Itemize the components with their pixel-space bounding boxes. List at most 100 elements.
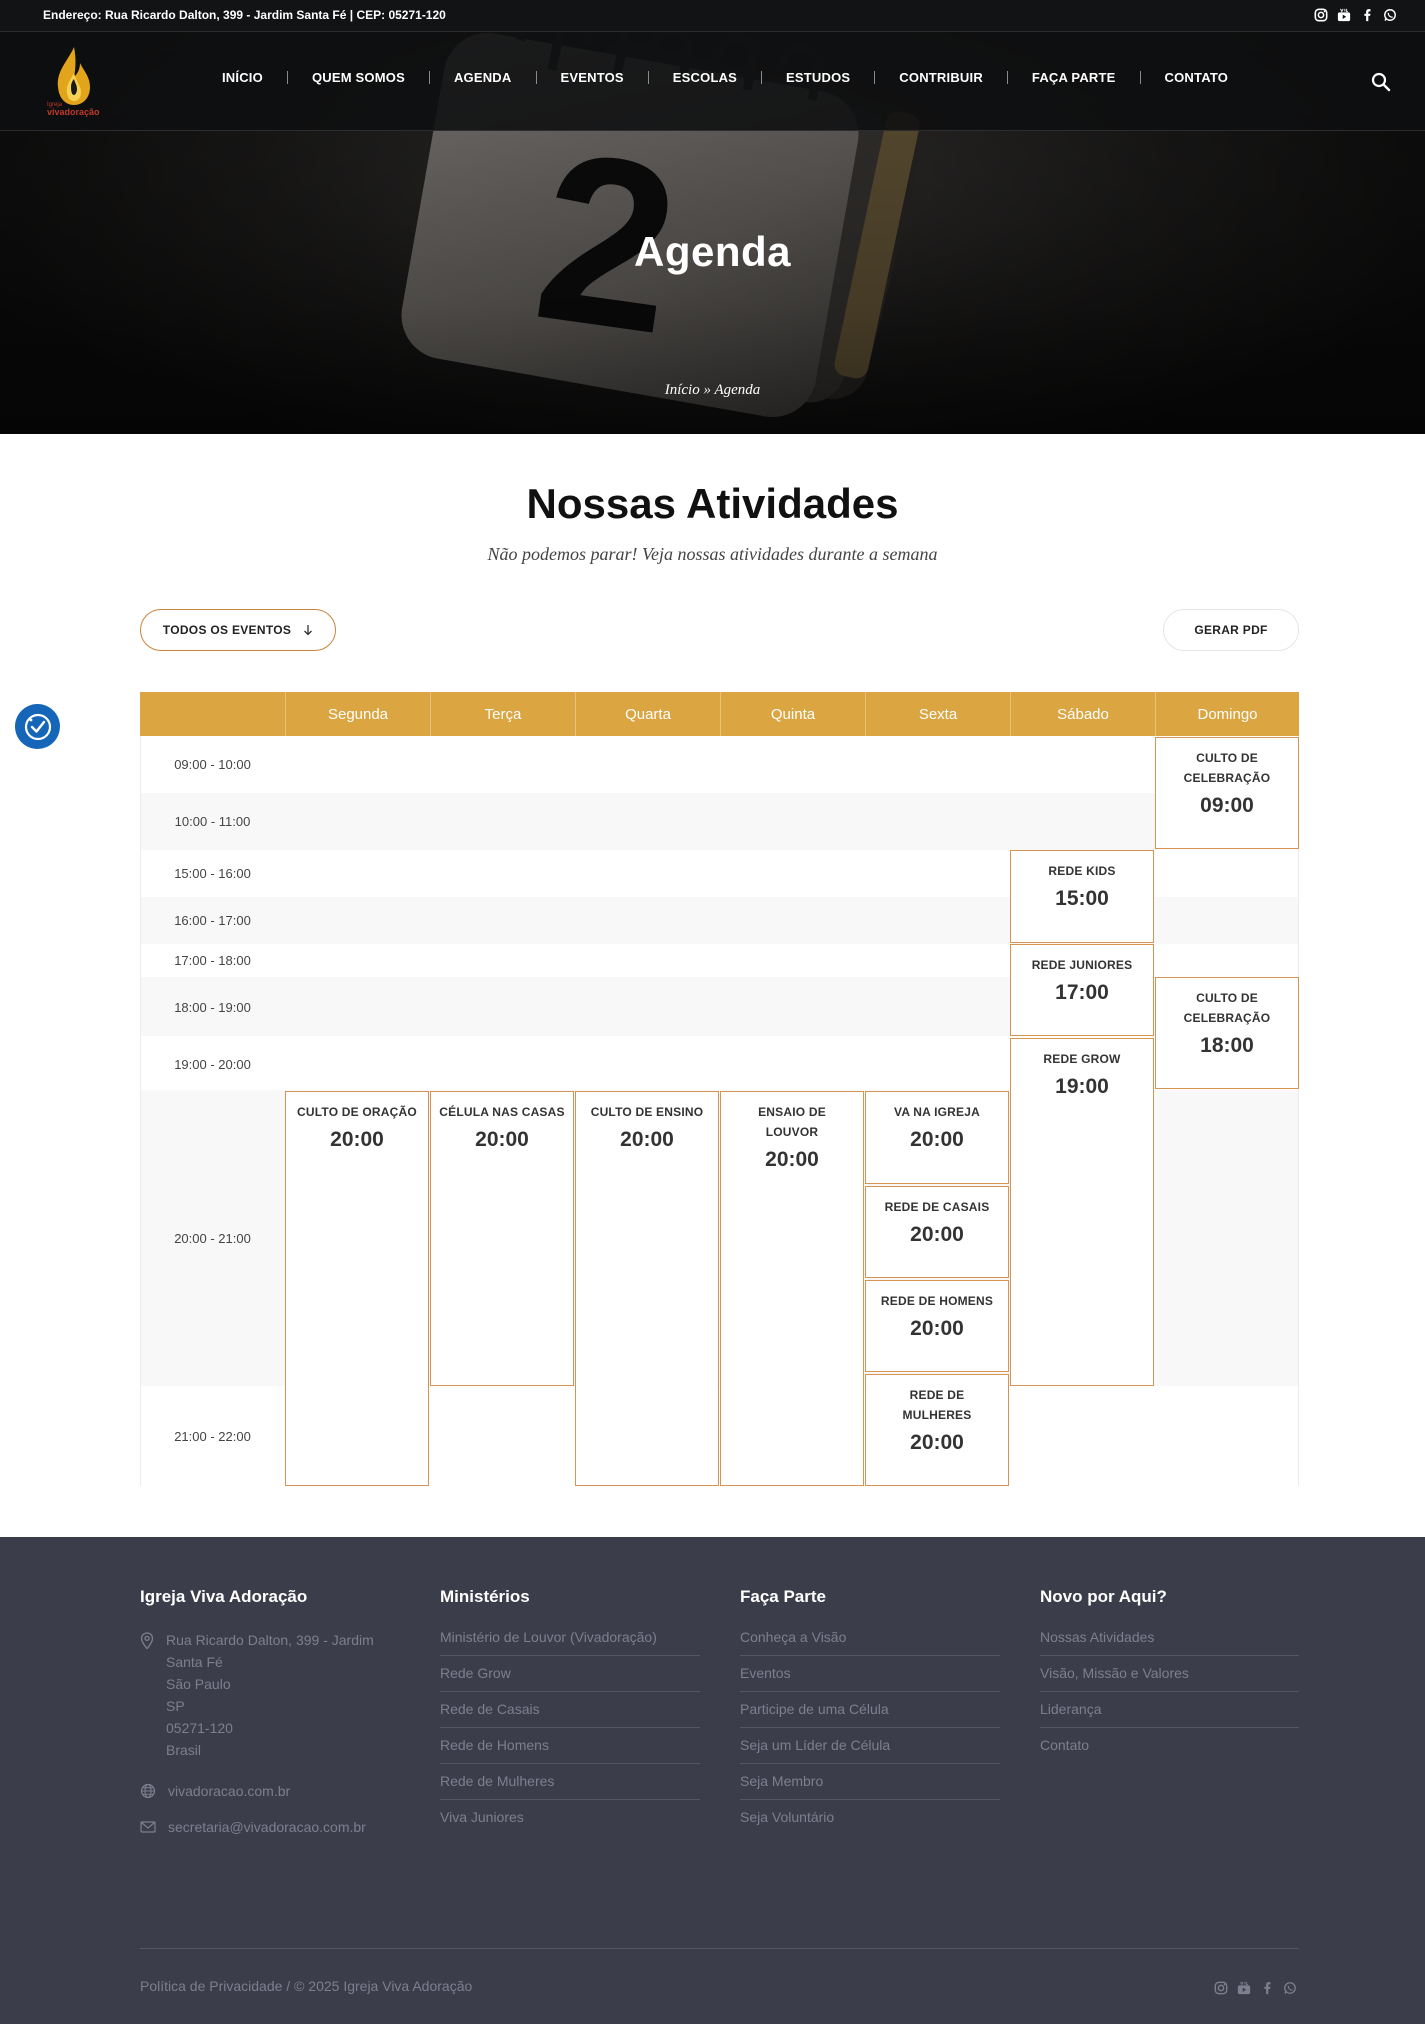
event-card[interactable]: CULTO DE ORAÇÃO 20:00: [285, 1091, 429, 1486]
event-time: 09:00: [1200, 794, 1254, 817]
whatsapp-icon[interactable]: [1383, 7, 1397, 23]
footer-column-faca-parte: Faça Parte Conheça a Visão Eventos Parti…: [740, 1587, 1000, 1835]
time-slot-label: 10:00 - 11:00: [174, 814, 251, 829]
time-slot-label: 16:00 - 17:00: [174, 913, 251, 928]
event-card[interactable]: REDE DE CASAIS 20:00: [865, 1186, 1009, 1278]
nav-faca-parte[interactable]: FAÇA PARTE: [1032, 70, 1116, 85]
breadcrumb: Início » Agenda: [0, 382, 1425, 399]
day-header-domingo: Domingo: [1155, 692, 1299, 736]
footer-link[interactable]: Rede de Casais: [440, 1692, 700, 1728]
nav-inicio[interactable]: INÍCIO: [222, 70, 263, 85]
nav-estudos[interactable]: ESTUDOS: [786, 70, 850, 85]
event-card[interactable]: REDE DE HOMENS 20:00: [865, 1280, 1009, 1372]
event-card[interactable]: CULTO DE CELEBRAÇÃO 18:00: [1155, 977, 1299, 1089]
event-title: CULTO DE CELEBRAÇÃO: [1183, 751, 1271, 785]
event-time: 19:00: [1055, 1075, 1109, 1098]
event-card[interactable]: CÉLULA NAS CASAS 20:00: [430, 1091, 574, 1386]
search-icon[interactable]: [1371, 72, 1391, 92]
header-social-links: [1314, 7, 1397, 23]
address-line: Santa Fé: [166, 1654, 223, 1670]
day-header-terca: Terça: [430, 692, 575, 736]
youtube-icon[interactable]: [1337, 7, 1351, 23]
footer-link[interactable]: Viva Juniores: [440, 1800, 700, 1835]
instagram-icon[interactable]: [1314, 7, 1328, 23]
events-filter-dropdown[interactable]: TODOS OS EVENTOS: [140, 609, 336, 651]
footer-link[interactable]: Contato: [1040, 1728, 1299, 1763]
facebook-icon[interactable]: [1260, 1980, 1274, 1996]
event-title: REDE DE HOMENS: [880, 1294, 994, 1308]
event-card[interactable]: REDE KIDS 15:00: [1010, 850, 1154, 943]
footer-link[interactable]: Seja Voluntário: [740, 1800, 1000, 1835]
globe-icon: [140, 1783, 156, 1799]
footer-link[interactable]: Nossas Atividades: [1040, 1629, 1299, 1656]
day-header-quarta: Quarta: [575, 692, 720, 736]
footer-heading: Faça Parte: [740, 1587, 826, 1606]
event-time: 20:00: [475, 1128, 529, 1151]
breadcrumb-home-link[interactable]: Início: [665, 382, 700, 398]
footer-heading: Igreja Viva Adoração: [140, 1587, 308, 1606]
schedule-header-row: Segunda Terça Quarta Quinta Sexta Sábado…: [140, 692, 1299, 736]
footer-email[interactable]: secretaria@vivadoracao.com.br: [140, 1819, 400, 1835]
event-time: 18:00: [1200, 1034, 1254, 1057]
footer-link[interactable]: Participe de uma Célula: [740, 1692, 1000, 1728]
event-card[interactable]: REDE DE MULHERES 20:00: [865, 1374, 1009, 1486]
website-link[interactable]: vivadoracao.com.br: [168, 1783, 290, 1799]
event-card[interactable]: REDE GROW 19:00: [1010, 1038, 1154, 1386]
event-time: 15:00: [1055, 887, 1109, 910]
footer-copyright[interactable]: Política de Privacidade / © 2025 Igreja …: [140, 1978, 472, 1994]
logo-text-line2: vivadoração: [47, 107, 100, 117]
instagram-icon[interactable]: [1214, 1980, 1228, 1996]
footer-link[interactable]: Eventos: [740, 1656, 1000, 1692]
event-card[interactable]: ENSAIO DE LOUVOR 20:00: [720, 1091, 864, 1486]
facebook-icon[interactable]: [1360, 7, 1374, 23]
nav-agenda[interactable]: AGENDA: [454, 70, 512, 85]
footer-link[interactable]: Rede de Mulheres: [440, 1764, 700, 1800]
footer-link[interactable]: Visão, Missão e Valores: [1040, 1656, 1299, 1692]
accessibility-widget-button[interactable]: [15, 704, 60, 749]
nav-quem-somos[interactable]: QUEM SOMOS: [312, 70, 405, 85]
mail-icon: [140, 1821, 156, 1833]
time-slot-label: 21:00 - 22:00: [174, 1429, 251, 1444]
schedule-row: [140, 793, 1299, 850]
main-header: Igreja vivadoração INÍCIO QUEM SOMOS AGE…: [0, 32, 1425, 131]
footer-social-links: [1214, 1980, 1297, 1996]
footer-link[interactable]: Conheça a Visão: [740, 1629, 1000, 1656]
day-header-sexta: Sexta: [865, 692, 1010, 736]
event-title: REDE KIDS: [1048, 864, 1116, 878]
footer-link[interactable]: Ministério de Louvor (Vivadoração): [440, 1629, 700, 1656]
nav-contribuir[interactable]: CONTRIBUIR: [899, 70, 983, 85]
footer-link[interactable]: Rede Grow: [440, 1656, 700, 1692]
accessibility-icon: [24, 713, 51, 740]
address-line: SP: [166, 1698, 185, 1714]
event-card[interactable]: VA NA IGREJA 20:00: [865, 1091, 1009, 1184]
event-title: REDE DE CASAIS: [884, 1200, 990, 1214]
whatsapp-icon[interactable]: [1283, 1980, 1297, 1996]
footer-link[interactable]: Rede de Homens: [440, 1728, 700, 1764]
nav-divider: [761, 71, 763, 84]
footer-website[interactable]: vivadoracao.com.br: [140, 1783, 400, 1799]
event-time: 20:00: [765, 1148, 819, 1171]
footer-heading: Novo por Aqui?: [1040, 1587, 1167, 1606]
event-time: 20:00: [330, 1128, 384, 1151]
nav-divider: [428, 71, 430, 84]
footer-column-ministerios: Ministérios Ministério de Louvor (Vivado…: [440, 1587, 700, 1835]
main-navigation: INÍCIO QUEM SOMOS AGENDA EVENTOS ESCOLAS…: [222, 70, 1228, 85]
time-slot-label: 15:00 - 16:00: [174, 866, 251, 881]
youtube-icon[interactable]: [1237, 1980, 1251, 1996]
email-link[interactable]: secretaria@vivadoracao.com.br: [168, 1819, 366, 1835]
nav-escolas[interactable]: ESCOLAS: [673, 70, 737, 85]
event-card[interactable]: CULTO DE ENSINO 20:00: [575, 1091, 719, 1486]
event-title: REDE DE MULHERES: [902, 1388, 972, 1422]
footer-link[interactable]: Liderança: [1040, 1692, 1299, 1728]
generate-pdf-button[interactable]: GERAR PDF: [1163, 609, 1299, 651]
event-card[interactable]: REDE JUNIORES 17:00: [1010, 944, 1154, 1036]
site-logo[interactable]: Igreja vivadoração: [44, 43, 104, 123]
footer-link[interactable]: Seja um Líder de Célula: [740, 1728, 1000, 1764]
event-card[interactable]: CULTO DE CELEBRAÇÃO 09:00: [1155, 737, 1299, 849]
footer-link[interactable]: Seja Membro: [740, 1764, 1000, 1800]
event-title: CULTO DE CELEBRAÇÃO: [1183, 991, 1271, 1025]
time-slot-label: 20:00 - 21:00: [174, 1231, 251, 1246]
nav-contato[interactable]: CONTATO: [1165, 70, 1229, 85]
nav-eventos[interactable]: EVENTOS: [561, 70, 624, 85]
event-time: 20:00: [910, 1317, 964, 1340]
